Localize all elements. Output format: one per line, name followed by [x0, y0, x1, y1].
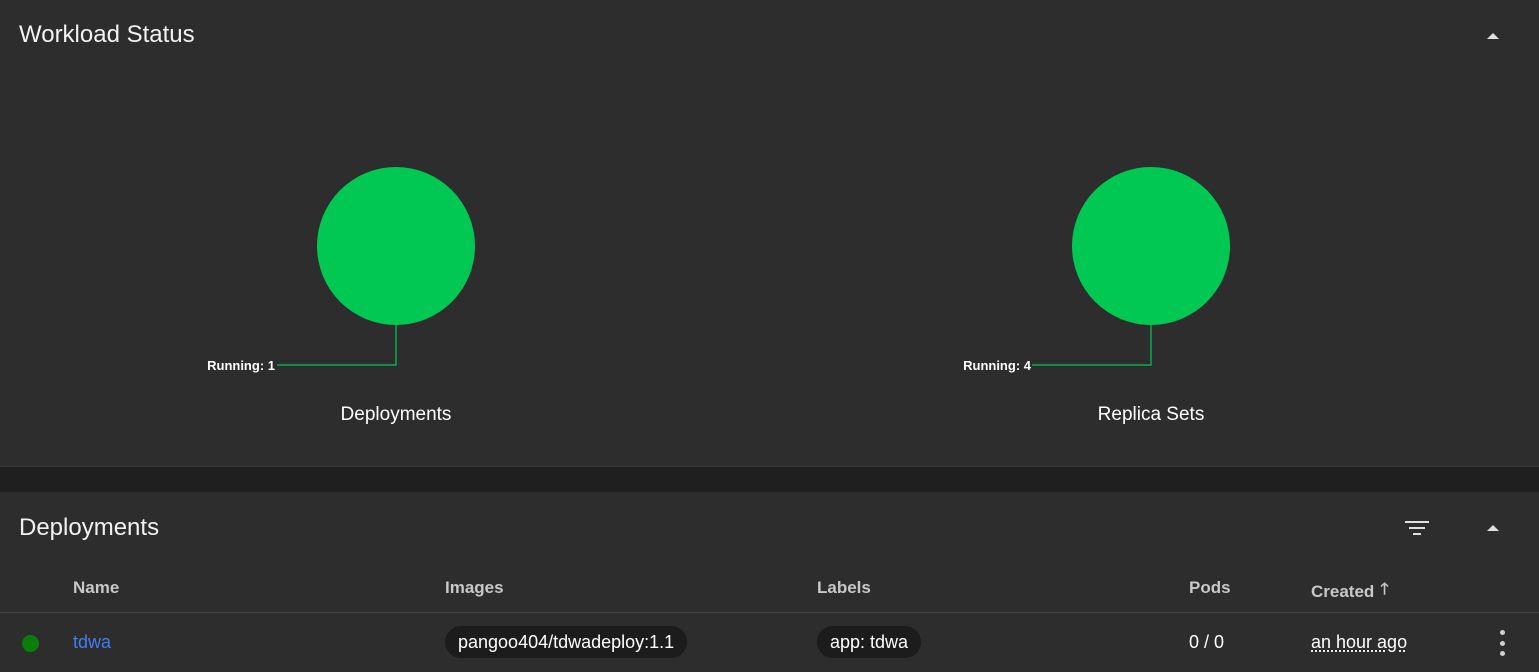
replica-sets-legend-leader — [1032, 325, 1152, 366]
column-header-labels: Labels — [817, 578, 871, 597]
status-running-icon — [22, 635, 39, 652]
deployments-legend-leader — [277, 325, 397, 366]
pods-cell: 0 / 0 — [1189, 632, 1225, 652]
workload-charts: Running: 1 Running: 4 — [207, 167, 1230, 373]
deployment-name-link[interactable]: tdwa — [73, 632, 111, 653]
table-row: tdwa pangoo404/tdwadeploy:1.1 app: tdwa … — [0, 613, 1539, 672]
workload-status-card: Workload Status Running: 1 Running: 4 De… — [0, 0, 1539, 467]
image-chip: pangoo404/tdwadeploy:1.1 — [445, 626, 688, 658]
deployments-card: Deployments Name Images Labels Pods Crea… — [0, 492, 1539, 672]
replica-sets-pie-slice-running — [1072, 167, 1230, 325]
column-header-images: Images — [445, 578, 504, 597]
column-header-created[interactable]: Created 🡑 — [1311, 578, 1389, 605]
row-actions-button[interactable] — [1490, 630, 1514, 656]
deployments-pie-slice-running — [317, 167, 475, 325]
deployments-legend-label: Running: 1 — [207, 358, 275, 373]
filter-button[interactable] — [1403, 514, 1431, 542]
replica-sets-chart: Running: 4 — [963, 167, 1230, 373]
deployments-chart-caption: Deployments — [340, 404, 452, 425]
filter-list-icon — [1405, 518, 1429, 538]
arrow-upward-icon: 🡑 — [1380, 581, 1389, 598]
created-cell: an hour ago — [1311, 632, 1408, 652]
more-vert-icon — [1499, 630, 1505, 635]
column-header-created-label: Created — [1311, 581, 1375, 601]
column-header-pods: Pods — [1189, 578, 1231, 597]
deployments-title: Deployments — [19, 514, 160, 541]
label-chip: app: tdwa — [817, 626, 922, 658]
replica-sets-legend-label: Running: 4 — [963, 358, 1032, 373]
collapse-deployments-button[interactable] — [1479, 514, 1507, 542]
column-header-name[interactable]: Name — [73, 578, 119, 598]
replica-sets-chart-caption: Replica Sets — [1097, 404, 1205, 425]
deployments-chart: Running: 1 — [207, 167, 475, 373]
expand-less-icon — [1487, 525, 1499, 531]
